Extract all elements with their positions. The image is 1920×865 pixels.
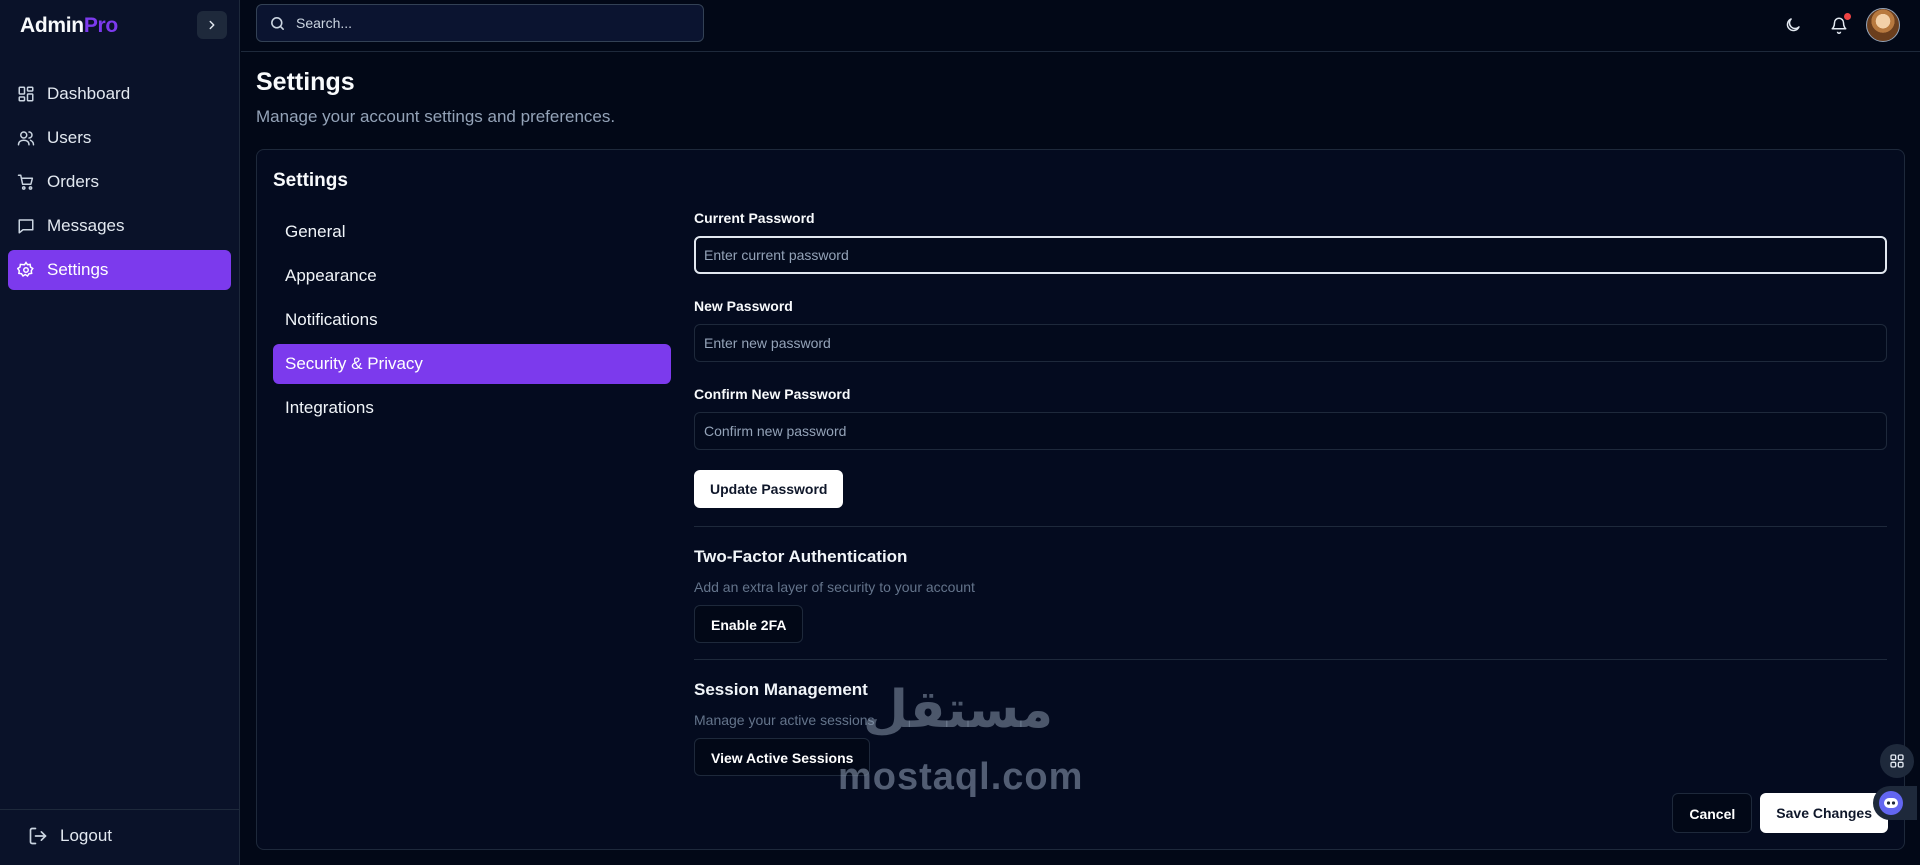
new-password-wrapper [694, 324, 1887, 362]
gear-icon [16, 260, 36, 280]
notifications-button[interactable] [1822, 8, 1856, 42]
brand-name: Admin [20, 14, 84, 37]
page-subtitle: Manage your account settings and prefere… [256, 107, 616, 126]
cancel-button[interactable]: Cancel [1672, 793, 1753, 833]
current-password-label: Current Password [694, 210, 815, 226]
sidebar-item-orders[interactable]: Orders [8, 162, 231, 202]
cart-icon [16, 172, 36, 192]
user-avatar[interactable] [1866, 8, 1900, 42]
sidebar-item-label: Users [47, 128, 92, 147]
logout-button[interactable]: Logout [28, 826, 112, 846]
theme-toggle-button[interactable] [1776, 8, 1810, 42]
search-input[interactable] [296, 15, 676, 31]
confirm-password-label: Confirm New Password [694, 386, 851, 402]
settings-card: Settings General Appearance Notification… [256, 149, 1905, 850]
divider [694, 526, 1887, 527]
sidebar-item-label: Dashboard [47, 84, 131, 103]
users-icon [16, 128, 36, 148]
settings-tabs: General Appearance Notifications Securit… [273, 212, 671, 432]
chevron-right-icon [209, 20, 215, 30]
card-title: Settings [273, 170, 348, 191]
sidebar-item-label: Settings [47, 260, 109, 279]
dashboard-icon [16, 84, 36, 104]
new-password-label: New Password [694, 298, 793, 314]
confirm-password-input[interactable] [704, 423, 1886, 439]
brand-logo[interactable]: AdminPro [20, 14, 118, 38]
sidebar-item-dashboard[interactable]: Dashboard [8, 74, 231, 114]
sidebar-item-label: Orders [47, 172, 99, 191]
brand-accent: Pro [83, 14, 118, 37]
notification-badge [1844, 13, 1851, 20]
watermark-latin: mostaql.com [838, 756, 1084, 798]
two-factor-title: Two-Factor Authentication [694, 547, 908, 566]
tab-integrations[interactable]: Integrations [273, 388, 671, 428]
current-password-input[interactable] [704, 247, 1885, 263]
topbar [241, 0, 1920, 52]
enable-2fa-button[interactable]: Enable 2FA [694, 605, 804, 643]
sidebar-toggle-button[interactable] [197, 11, 227, 39]
sidebar-item-label: Messages [47, 216, 125, 235]
tab-appearance[interactable]: Appearance [273, 256, 671, 296]
bot-icon [1879, 791, 1903, 815]
sidebar-footer: Logout [0, 809, 240, 865]
tab-general[interactable]: General [273, 212, 671, 252]
logout-label: Logout [60, 826, 112, 845]
watermark: مستقل mostaql.com [838, 684, 1082, 799]
confirm-password-wrapper [694, 412, 1887, 450]
sidebar-nav: Dashboard Users Orders Messages Settings [8, 74, 231, 294]
search-icon [271, 16, 284, 30]
grid-icon [1890, 754, 1904, 768]
moon-icon [1786, 18, 1800, 32]
tab-notifications[interactable]: Notifications [273, 300, 671, 340]
page-title: Settings [256, 68, 355, 96]
message-icon [16, 216, 36, 236]
current-password-wrapper [694, 236, 1887, 274]
floating-apps-button[interactable] [1880, 744, 1914, 778]
save-changes-button[interactable]: Save Changes [1760, 793, 1888, 833]
topbar-actions [1764, 8, 1900, 42]
tab-security-privacy[interactable]: Security & Privacy [273, 344, 671, 384]
sidebar-item-users[interactable]: Users [8, 118, 231, 158]
divider [694, 659, 1887, 660]
logout-icon [28, 826, 48, 846]
two-factor-description: Add an extra layer of security to your a… [694, 579, 975, 595]
watermark-arabic: مستقل [862, 680, 1054, 740]
sidebar-item-settings[interactable]: Settings [8, 250, 231, 290]
update-password-button[interactable]: Update Password [694, 470, 844, 508]
chat-assistant-button[interactable] [1873, 786, 1917, 820]
card-footer-actions: Cancel Save Changes [1672, 793, 1888, 833]
new-password-input[interactable] [704, 335, 1886, 351]
sidebar: AdminPro Dashboard Users Orders Messages… [0, 0, 240, 865]
search-box[interactable] [256, 4, 704, 42]
sidebar-item-messages[interactable]: Messages [8, 206, 231, 246]
